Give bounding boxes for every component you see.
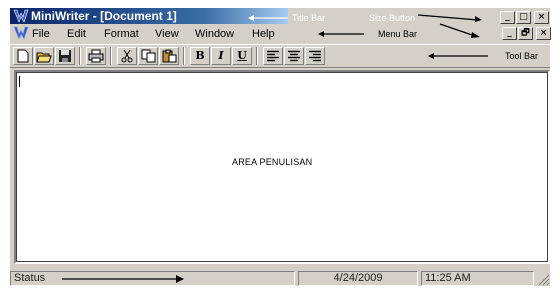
menu-format[interactable]: Format: [104, 27, 139, 41]
window-title: MiniWriter - [Document 1]: [31, 9, 177, 23]
underline-button[interactable]: U: [232, 47, 252, 65]
maximize-button[interactable]: □: [516, 11, 531, 24]
status-time-panel: 11:25 AM: [421, 271, 534, 286]
bold-button[interactable]: B: [190, 47, 210, 65]
save-disk-icon: [59, 50, 71, 62]
align-right-icon: [309, 50, 321, 62]
doc-restore-button[interactable]: 🗗: [518, 27, 533, 40]
status-annotation-arrow: [62, 275, 184, 283]
cut-button[interactable]: [117, 47, 137, 65]
toolbar-separator: [110, 47, 112, 65]
document-icon: [13, 26, 29, 40]
toolbar-separator: [256, 47, 258, 65]
align-center-button[interactable]: [284, 47, 304, 65]
tool-bar-annotation-arrow: [428, 53, 488, 59]
align-left-button[interactable]: [263, 47, 283, 65]
app-logo-icon: [13, 9, 29, 23]
copy-icon: [141, 49, 155, 63]
save-button[interactable]: [55, 47, 75, 65]
print-button[interactable]: [86, 47, 106, 65]
new-document-button[interactable]: [13, 47, 33, 65]
status-label: Status: [14, 272, 46, 284]
doc-close-button[interactable]: ×: [536, 27, 551, 40]
menu-edit[interactable]: Edit: [67, 27, 86, 41]
new-document-icon: [17, 49, 29, 63]
resize-grip[interactable]: [536, 272, 550, 286]
status-date: 4/24/2009: [333, 272, 383, 284]
underline-label: U: [237, 49, 247, 62]
open-button[interactable]: [34, 47, 54, 65]
title-bar-annotation: Title Bar: [292, 13, 326, 23]
align-left-icon: [267, 50, 279, 62]
size-button-annotation: Size Button: [369, 13, 416, 23]
align-right-button[interactable]: [305, 47, 325, 65]
text-caret: [19, 76, 20, 87]
size-button-annotation-arrow-top: [417, 14, 482, 22]
close-button[interactable]: ×: [534, 11, 549, 24]
print-icon: [88, 49, 104, 63]
writing-area-inner-border: [16, 72, 548, 262]
paste-icon: [162, 49, 176, 63]
toolbar-separator: [79, 47, 81, 65]
toolbar-separator: [183, 47, 185, 65]
tool-bar-annotation: Tool Bar: [505, 51, 539, 61]
cut-scissors-icon: [121, 49, 133, 63]
status-time: 11:25 AM: [425, 272, 471, 284]
copy-button[interactable]: [138, 47, 158, 65]
menu-help[interactable]: Help: [252, 27, 275, 41]
bold-label: B: [195, 49, 205, 62]
doc-minimize-button[interactable]: _: [502, 27, 517, 40]
title-bar-annotation-arrow: [248, 15, 288, 21]
italic-label: I: [218, 49, 224, 62]
minimize-button[interactable]: _: [500, 11, 515, 24]
status-date-panel: 4/24/2009: [298, 271, 418, 286]
menu-file[interactable]: File: [32, 27, 50, 41]
writing-area-label: AREA PENULISAN: [232, 157, 313, 167]
align-center-icon: [288, 50, 300, 62]
menu-bar-annotation: Menu Bar: [378, 29, 418, 39]
menu-bar-annotation-arrow: [318, 31, 364, 37]
italic-button[interactable]: I: [211, 47, 231, 65]
size-button-annotation-arrow-bottom: [439, 23, 480, 38]
menu-window[interactable]: Window: [195, 27, 234, 41]
menu-view[interactable]: View: [155, 27, 179, 41]
open-folder-icon: [36, 52, 52, 63]
paste-button[interactable]: [159, 47, 179, 65]
